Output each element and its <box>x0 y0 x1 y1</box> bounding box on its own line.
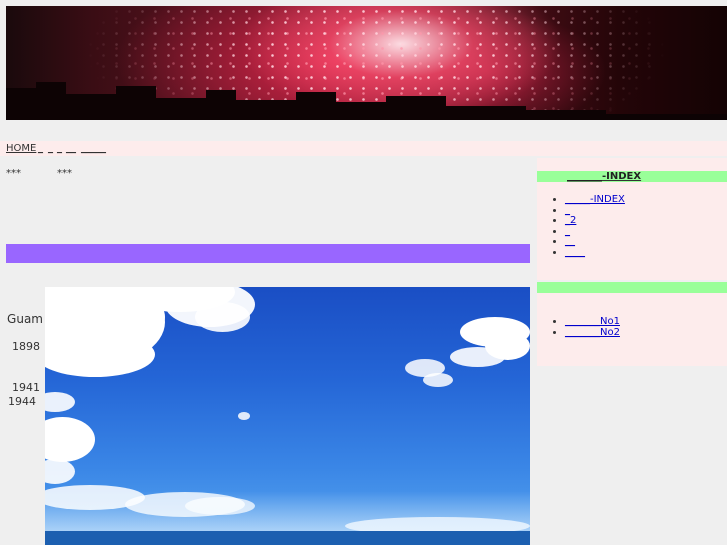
nav-home-link[interactable]: HOME <box>6 143 36 154</box>
section-header-bar <box>6 244 530 263</box>
city-skyline-silhouette <box>6 82 727 120</box>
sidebar-links-header <box>537 282 727 293</box>
sidebar-link-index[interactable]: _____-INDEX <box>565 194 625 205</box>
sidebar-index-header: _______-INDEX <box>537 171 727 182</box>
nav-link-5[interactable]: __ <box>66 143 76 154</box>
year-1941: 1941 <box>12 381 40 394</box>
nav-link-3[interactable]: _ <box>48 143 53 154</box>
list-item: _______No2 <box>565 327 620 339</box>
nav-link-4[interactable]: _ <box>57 143 62 154</box>
list-item: _____-INDEX <box>565 194 625 206</box>
header-banner-image <box>6 6 727 120</box>
sidebar-link-5[interactable]: __ <box>565 236 575 248</box>
sidebar-links-list: _______No1 _______No2 <box>545 316 620 339</box>
sidebar-index-list: _____-INDEX _ _2 _ __ ____ <box>545 194 625 259</box>
sidebar-link-no2[interactable]: _______No2 <box>565 327 620 338</box>
place-label: Guam <box>7 312 43 326</box>
nav-link-2[interactable]: _ <box>38 143 43 154</box>
sidebar-link-6[interactable]: ____ <box>565 247 585 258</box>
year-1944: 1944 <box>8 395 36 408</box>
ocean-horizon <box>45 531 530 545</box>
list-item: _2 <box>565 215 625 227</box>
list-item: ____ <box>565 247 625 259</box>
sidebar-link-2[interactable]: _ <box>565 205 570 216</box>
intro-text-left: *** <box>6 168 21 179</box>
sky-photo <box>45 287 530 545</box>
sidebar-link-4[interactable]: _ <box>565 226 570 237</box>
year-1898: 1898 <box>12 340 40 353</box>
top-navigation-bar: HOME _ _ _ __ _____ <box>0 141 727 156</box>
sidebar-link-no1[interactable]: _______No1 <box>565 316 620 327</box>
nav-link-6[interactable]: _____ <box>81 143 106 154</box>
intro-text-right: *** <box>57 168 72 179</box>
sidebar-link-3[interactable]: _2 <box>565 215 576 226</box>
